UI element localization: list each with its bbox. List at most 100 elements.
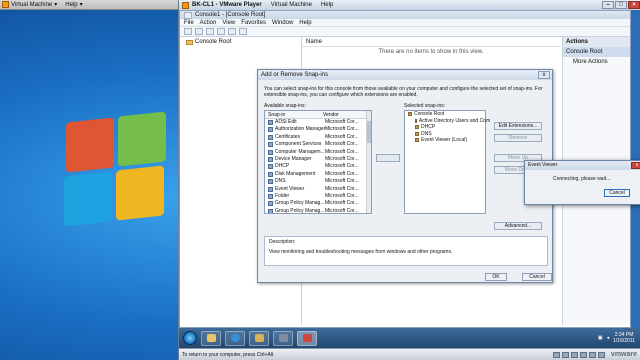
floppy-icon[interactable] (570, 351, 578, 358)
start-button[interactable] (183, 331, 197, 345)
snapin-icon (268, 120, 273, 125)
available-snapin-row[interactable]: Disk Management Microsoft Cor... (265, 171, 371, 178)
dialog-close-button[interactable]: x (538, 71, 550, 79)
available-snapin-row[interactable]: Device Manager Microsoft Cor... (265, 156, 371, 163)
available-snapin-row[interactable]: Event Viewer Microsoft Cor... (265, 186, 371, 193)
up-folder-icon[interactable] (217, 28, 225, 35)
snapins-intro-text: You can select snap-ins for this console… (264, 86, 543, 98)
menu-help[interactable]: Help (299, 19, 311, 26)
close-button[interactable]: × (628, 1, 640, 9)
maximize-button[interactable]: □ (615, 1, 627, 9)
popup-cancel-button[interactable]: Cancel (604, 189, 630, 197)
network-adapter-icon[interactable] (579, 351, 587, 358)
taskbar-server-manager[interactable] (273, 330, 293, 346)
tree-item-console-root[interactable]: Console Root (184, 37, 301, 47)
available-snapin-row[interactable]: Group Policy Manag... Microsoft Cor... (265, 208, 371, 213)
snapin-icon (268, 164, 273, 170)
popup-close-button[interactable]: x (631, 162, 640, 169)
snapin-icon (268, 127, 273, 133)
column-header-snapin[interactable]: Snap-in (265, 111, 323, 118)
network-icon[interactable]: ▣ (598, 335, 603, 341)
ok-button[interactable]: OK (485, 273, 507, 281)
available-snapins-list[interactable]: Snap-in Vendor ADSI Edit Microsoft Cor...… (264, 110, 372, 214)
usb-icon[interactable] (588, 351, 596, 358)
vmware-vm-menu[interactable]: Virtual Machine (271, 2, 312, 8)
selected-item[interactable]: Event Viewer (Local) (405, 137, 485, 144)
snapin-icon (268, 149, 273, 155)
cd-drive-icon[interactable] (561, 351, 569, 358)
taskbar-folder[interactable] (249, 330, 269, 346)
minimize-button[interactable]: – (602, 1, 614, 9)
available-snapin-row[interactable]: Folder Microsoft Cor... (265, 193, 371, 200)
available-snapin-row[interactable]: Component Services Microsoft Cor... (265, 141, 371, 148)
scrollbar-thumb[interactable] (367, 121, 371, 143)
volume-icon[interactable]: ◂ (607, 335, 610, 341)
advanced-button[interactable]: Advanced... (494, 222, 542, 230)
folder-icon (254, 334, 264, 342)
folder-icon (408, 112, 412, 117)
selected-snapins-list[interactable]: Console Root Active Directory Users and … (404, 110, 490, 214)
show-tree-icon[interactable] (206, 28, 214, 35)
windows-logo-icon (60, 110, 170, 230)
actions-header: Actions (563, 37, 630, 47)
vmware-logo-icon (2, 1, 9, 8)
menu-window[interactable]: Window (272, 19, 293, 26)
taskbar-mmc[interactable] (297, 330, 317, 346)
description-box: Description: View monitoring and trouble… (264, 236, 548, 266)
event-viewer-title-bar: Event Viewer x (525, 161, 640, 170)
host-help-label: Help (65, 1, 78, 8)
available-snapin-row[interactable]: Computer Managem... Microsoft Cor... (265, 149, 371, 156)
menu-file[interactable]: File (184, 19, 194, 26)
snapin-name: Authorization Manager (275, 126, 325, 133)
available-snapin-row[interactable]: DNS Microsoft Cor... (265, 178, 371, 185)
hard-disk-icon[interactable] (552, 351, 560, 358)
sound-icon[interactable] (597, 351, 605, 358)
available-list-header: Snap-in Vendor (265, 111, 371, 119)
taskbar-explorer[interactable] (201, 330, 221, 346)
event-viewer-title: Event Viewer (528, 162, 558, 168)
snapin-icon (268, 171, 273, 177)
add-snapin-button[interactable] (376, 154, 400, 162)
vmware-help-menu[interactable]: Help (321, 2, 333, 8)
host-vm-menu-label: Virtual Machine (11, 1, 53, 8)
available-snapin-row[interactable]: DHCP Microsoft Cor... (265, 163, 371, 170)
edit-extensions-button[interactable]: Edit Extensions... (494, 122, 542, 130)
snapin-vendor: Microsoft Cor... (325, 170, 359, 177)
taskbar-clock[interactable]: 2:34 PM 1/16/2011 (613, 332, 635, 344)
back-icon[interactable] (184, 28, 192, 35)
available-snapin-row[interactable]: ADSI Edit Microsoft Cor... (265, 119, 371, 126)
snapin-name: Component Services (275, 141, 322, 148)
help-icon[interactable] (228, 28, 236, 35)
snapin-name: Device Manager (275, 155, 312, 162)
snapin-icon (268, 208, 273, 213)
more-actions-link[interactable]: More Actions (563, 57, 630, 67)
host-vm-menu[interactable]: Virtual Machine ▾ (2, 1, 57, 8)
actions-console-root[interactable]: Console Root (563, 47, 630, 57)
available-snapin-row[interactable]: Group Policy Manag... Microsoft Cor... (265, 200, 371, 207)
vmware-logo-icon (182, 1, 189, 9)
vertical-scrollbar[interactable] (366, 111, 371, 213)
vmware-player-window: BK-CL1 - VMware Player Virtual Machine H… (178, 0, 640, 360)
available-snapins-label: Available snap-ins: (264, 103, 306, 109)
properties-icon[interactable] (239, 28, 247, 35)
snapin-name: Certificates (275, 133, 301, 140)
selected-item-label: Event Viewer (Local) (421, 137, 468, 143)
host-help-menu[interactable]: Help ▾ (65, 1, 82, 9)
column-header-vendor[interactable]: Vendor (323, 111, 339, 118)
selected-snapins-label: Selected snap-ins: (404, 103, 446, 109)
menu-view[interactable]: View (222, 19, 235, 26)
forward-icon[interactable] (195, 28, 203, 35)
menu-action[interactable]: Action (200, 19, 217, 26)
system-tray: ▣ ◂ 2:34 PM 1/16/2011 (598, 332, 640, 344)
column-header-name[interactable]: Name (302, 37, 560, 47)
vmware-title-bar: BK-CL1 - VMware Player Virtual Machine H… (179, 0, 640, 10)
menu-favorites[interactable]: Favorites (241, 19, 266, 26)
snapin-icon (415, 118, 417, 123)
empty-message: There are no items to show in this view. (378, 49, 484, 55)
taskbar-internet-explorer[interactable] (225, 330, 245, 346)
remove-button[interactable]: Remove (494, 134, 542, 142)
snapin-icon (415, 131, 419, 136)
cancel-button[interactable]: Cancel (522, 273, 552, 281)
available-snapin-row[interactable]: Authorization Manager Microsoft Cor... (265, 126, 371, 133)
available-snapin-row[interactable]: Certificates Microsoft Cor... (265, 134, 371, 141)
